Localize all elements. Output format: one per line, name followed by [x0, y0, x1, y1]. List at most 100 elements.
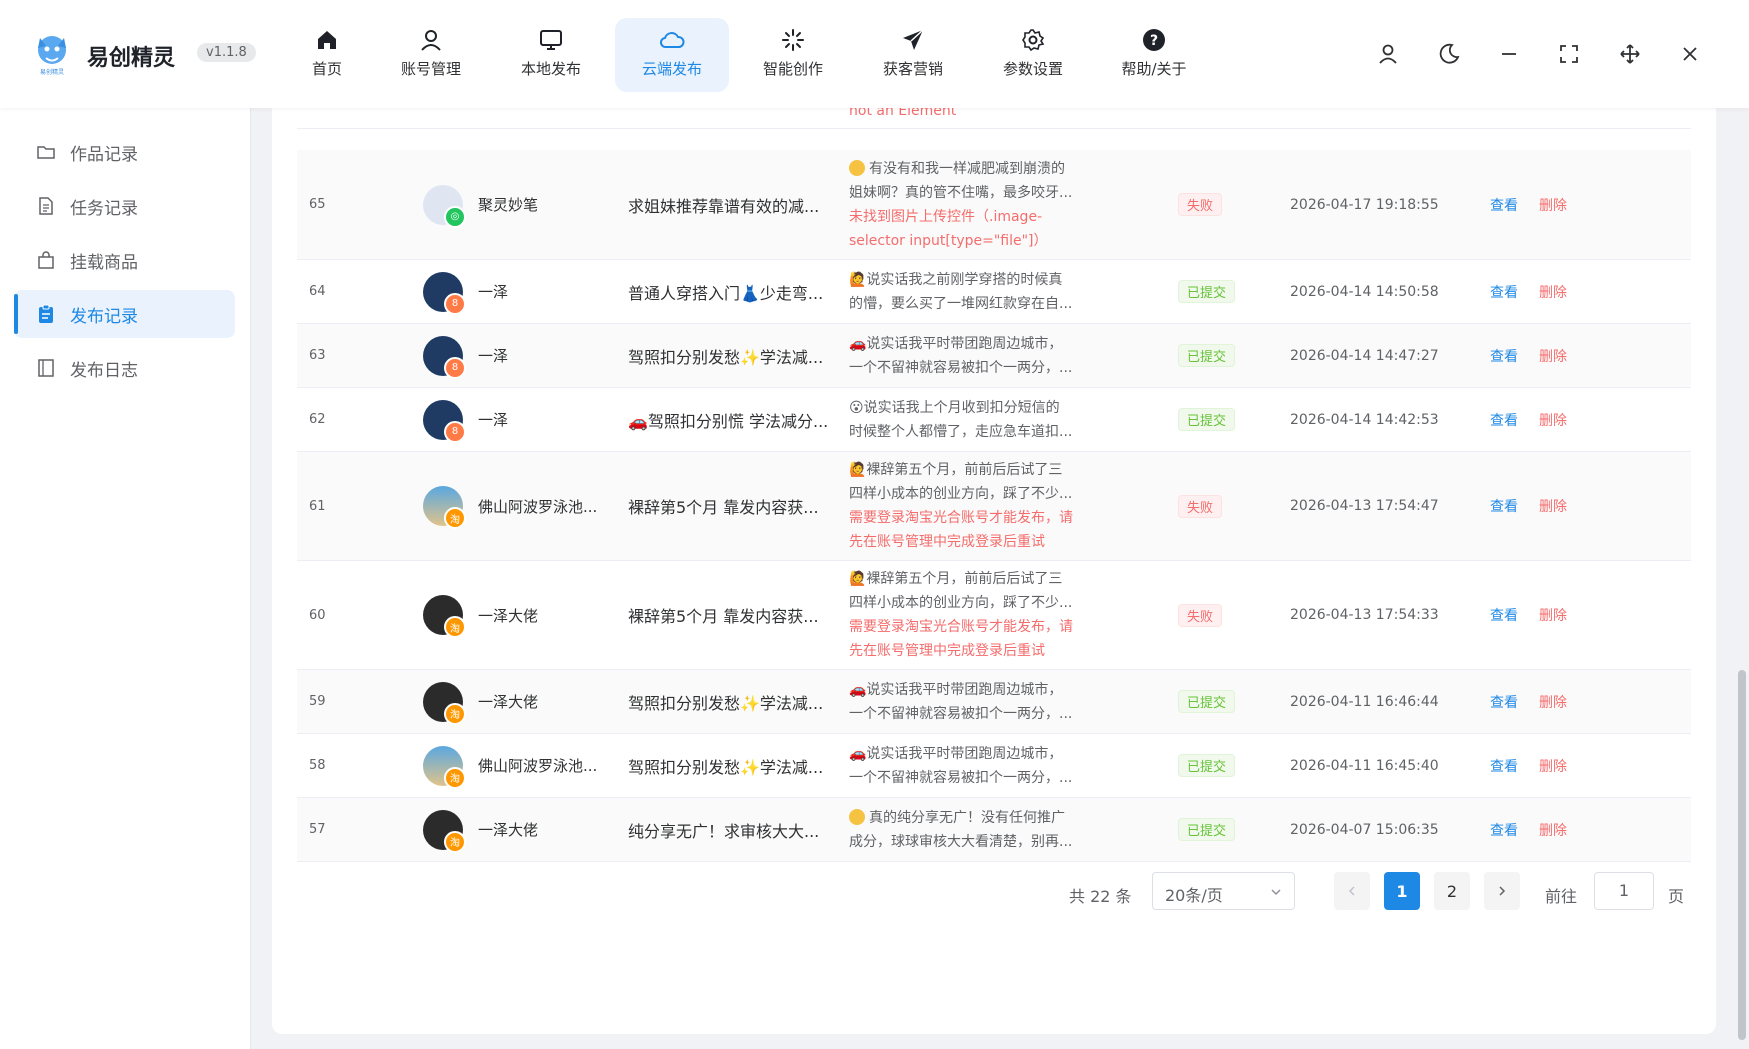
view-link[interactable]: 查看	[1490, 670, 1518, 733]
row-id: 61	[309, 498, 326, 514]
next-page-button[interactable]	[1484, 872, 1520, 910]
platform-badge-icon: 淘	[444, 766, 466, 789]
time: 2026-04-11 16:46:44	[1290, 693, 1439, 710]
avatar: ◎	[423, 184, 466, 228]
status-cell: 已提交	[1178, 734, 1236, 797]
delete-link[interactable]: 删除	[1539, 388, 1567, 451]
delete-link[interactable]: 删除	[1539, 452, 1567, 560]
desc-line: 真的纯分享无广！没有任何推广	[849, 806, 1065, 830]
status-cell: 已提交	[1178, 670, 1236, 733]
row-id: 59	[309, 694, 326, 709]
status-badge: 已提交	[1178, 754, 1236, 777]
avatar: 淘	[423, 595, 466, 638]
error-line: 需要登录淘宝光合账号才能发布，请	[849, 619, 1073, 635]
account-name: 一泽大佬	[478, 606, 539, 625]
account-name: 一泽	[478, 411, 509, 429]
status-cell: 已提交	[1178, 260, 1236, 323]
time: 2026-04-14 14:42:53	[1290, 411, 1439, 428]
status-badge: 已提交	[1178, 818, 1236, 841]
avatar-cell: 8	[423, 324, 466, 387]
nav-label: 参数设置	[1002, 60, 1063, 78]
page-size-value: 20条/页	[1165, 886, 1223, 905]
desc-line: 一个不留神就容易被扣个一两分，...	[849, 705, 1073, 722]
nav-cloud-publish[interactable]: 云端发布	[615, 18, 729, 92]
sidebar-item-publish-records[interactable]: 发布记录	[14, 290, 235, 338]
status-badge: 失败	[1178, 193, 1223, 216]
user-icon[interactable]	[1376, 42, 1400, 66]
nav-smart-create[interactable]: 智能创作	[736, 18, 850, 92]
app-logo: 易创精灵	[38, 36, 66, 76]
delete-link[interactable]: 删除	[1539, 150, 1567, 259]
delete-link[interactable]: 删除	[1539, 260, 1567, 323]
close-icon[interactable]	[1678, 42, 1702, 66]
status-badge: 已提交	[1178, 408, 1236, 431]
status-badge: 失败	[1178, 603, 1223, 627]
desc-text: 有没有和我一样减肥减到崩溃的	[869, 160, 1065, 177]
nav-local-publish[interactable]: 本地发布	[494, 18, 608, 92]
nav-marketing[interactable]: 获客营销	[856, 18, 970, 92]
view-link[interactable]: 查看	[1490, 324, 1518, 387]
document-icon	[39, 197, 53, 215]
time: 2026-04-14 14:47:27	[1290, 347, 1439, 364]
view-link[interactable]: 查看	[1490, 260, 1518, 323]
avatar-cell: 淘	[423, 734, 466, 797]
goto-suffix: 页	[1668, 887, 1685, 906]
table-row: 59 淘 一泽大佬 驾照扣分别发愁✨学法减... 🚗说实话我平时带团跑周边城市，…	[297, 670, 1691, 734]
row-id: 58	[309, 758, 326, 773]
sidebar: 作品记录 任务记录 挂载商品 发布记录 发布日志	[0, 108, 251, 1049]
nav-account-management[interactable]: 账号管理	[374, 18, 488, 92]
nav-help-about[interactable]: ? 帮助/关于	[1097, 18, 1211, 92]
platform-badge-icon: 淘	[444, 702, 466, 725]
view-link[interactable]: 查看	[1490, 734, 1518, 797]
nav-home[interactable]: 首页	[270, 18, 384, 92]
avatar: 淘	[423, 486, 466, 529]
view-link[interactable]: 查看	[1490, 452, 1518, 560]
nav-settings[interactable]: 参数设置	[976, 18, 1090, 92]
fullscreen-icon[interactable]	[1557, 42, 1581, 66]
minimize-icon[interactable]	[1497, 42, 1521, 66]
page-button-2[interactable]: 2	[1434, 872, 1470, 910]
view-link[interactable]: 查看	[1490, 388, 1518, 451]
sidebar-item-works[interactable]: 作品记录	[14, 128, 235, 176]
delete-link[interactable]: 删除	[1539, 670, 1567, 733]
desc-cell: 🚗说实话我平时带团跑周边城市， 一个不留神就容易被扣个一两分，...	[849, 734, 1089, 797]
desc-line: 😮说实话我上个月收到扣分短信的	[849, 399, 1060, 416]
sidebar-item-label: 发布记录	[70, 306, 138, 327]
sidebar-item-products[interactable]: 挂载商品	[14, 236, 235, 284]
view-link[interactable]: 查看	[1490, 798, 1518, 861]
desc-line: 四样小成本的创业方向，踩了不少...	[849, 595, 1073, 611]
view-link[interactable]: 查看	[1490, 561, 1518, 669]
row-id: 62	[309, 412, 326, 427]
move-icon[interactable]	[1618, 42, 1642, 66]
avatar: 8	[423, 335, 466, 379]
account-name: 佛山阿波罗泳池...	[478, 757, 598, 775]
desc-cell: 🙋说实话我之前刚学穿搭的时候真 的懵，要么买了一堆网红款穿在自...	[849, 260, 1089, 323]
platform-badge-icon: 8	[444, 420, 466, 443]
delete-link[interactable]: 删除	[1539, 734, 1567, 797]
user-icon	[421, 30, 441, 51]
prev-page-button[interactable]	[1334, 872, 1370, 910]
desc-line: 一个不留神就容易被扣个一两分，...	[849, 359, 1073, 376]
goto-page-input[interactable]: 1	[1594, 872, 1654, 910]
account-name: 聚灵妙笔	[478, 196, 539, 214]
view-link[interactable]: 查看	[1490, 150, 1518, 259]
delete-link[interactable]: 删除	[1539, 798, 1567, 861]
time: 2026-04-13 17:54:47	[1290, 498, 1439, 514]
desc-cell: 🚗说实话我平时带团跑周边城市， 一个不留神就容易被扣个一两分，...	[849, 670, 1089, 733]
table-row: 64 8 一泽 普通人穿搭入门👗少走弯... 🙋说实话我之前刚学穿搭的时候真 的…	[297, 260, 1691, 324]
logo-text: 易创精灵	[40, 68, 64, 76]
scrollbar-thumb[interactable]	[1738, 670, 1746, 1040]
delete-link[interactable]: 删除	[1539, 324, 1567, 387]
page-size-select[interactable]: 20条/页	[1152, 872, 1295, 910]
desc-cell: 🙋裸辞第五个月，前前后后试了三 四样小成本的创业方向，踩了不少... 需要登录淘…	[849, 452, 1089, 560]
moon-icon[interactable]	[1437, 42, 1461, 66]
post-title: 🚗驾照扣分别慌 学法减分...	[628, 411, 829, 431]
delete-link[interactable]: 删除	[1539, 561, 1567, 669]
platform-badge-icon: 8	[444, 356, 466, 379]
sidebar-item-tasks[interactable]: 任务记录	[14, 182, 235, 230]
nav-label: 帮助/关于	[1121, 60, 1187, 78]
sidebar-item-publish-log[interactable]: 发布日志	[14, 344, 235, 392]
page-button-1[interactable]: 1	[1384, 872, 1420, 910]
platform-badge-icon: 淘	[444, 830, 466, 853]
avatar: 8	[423, 271, 466, 315]
